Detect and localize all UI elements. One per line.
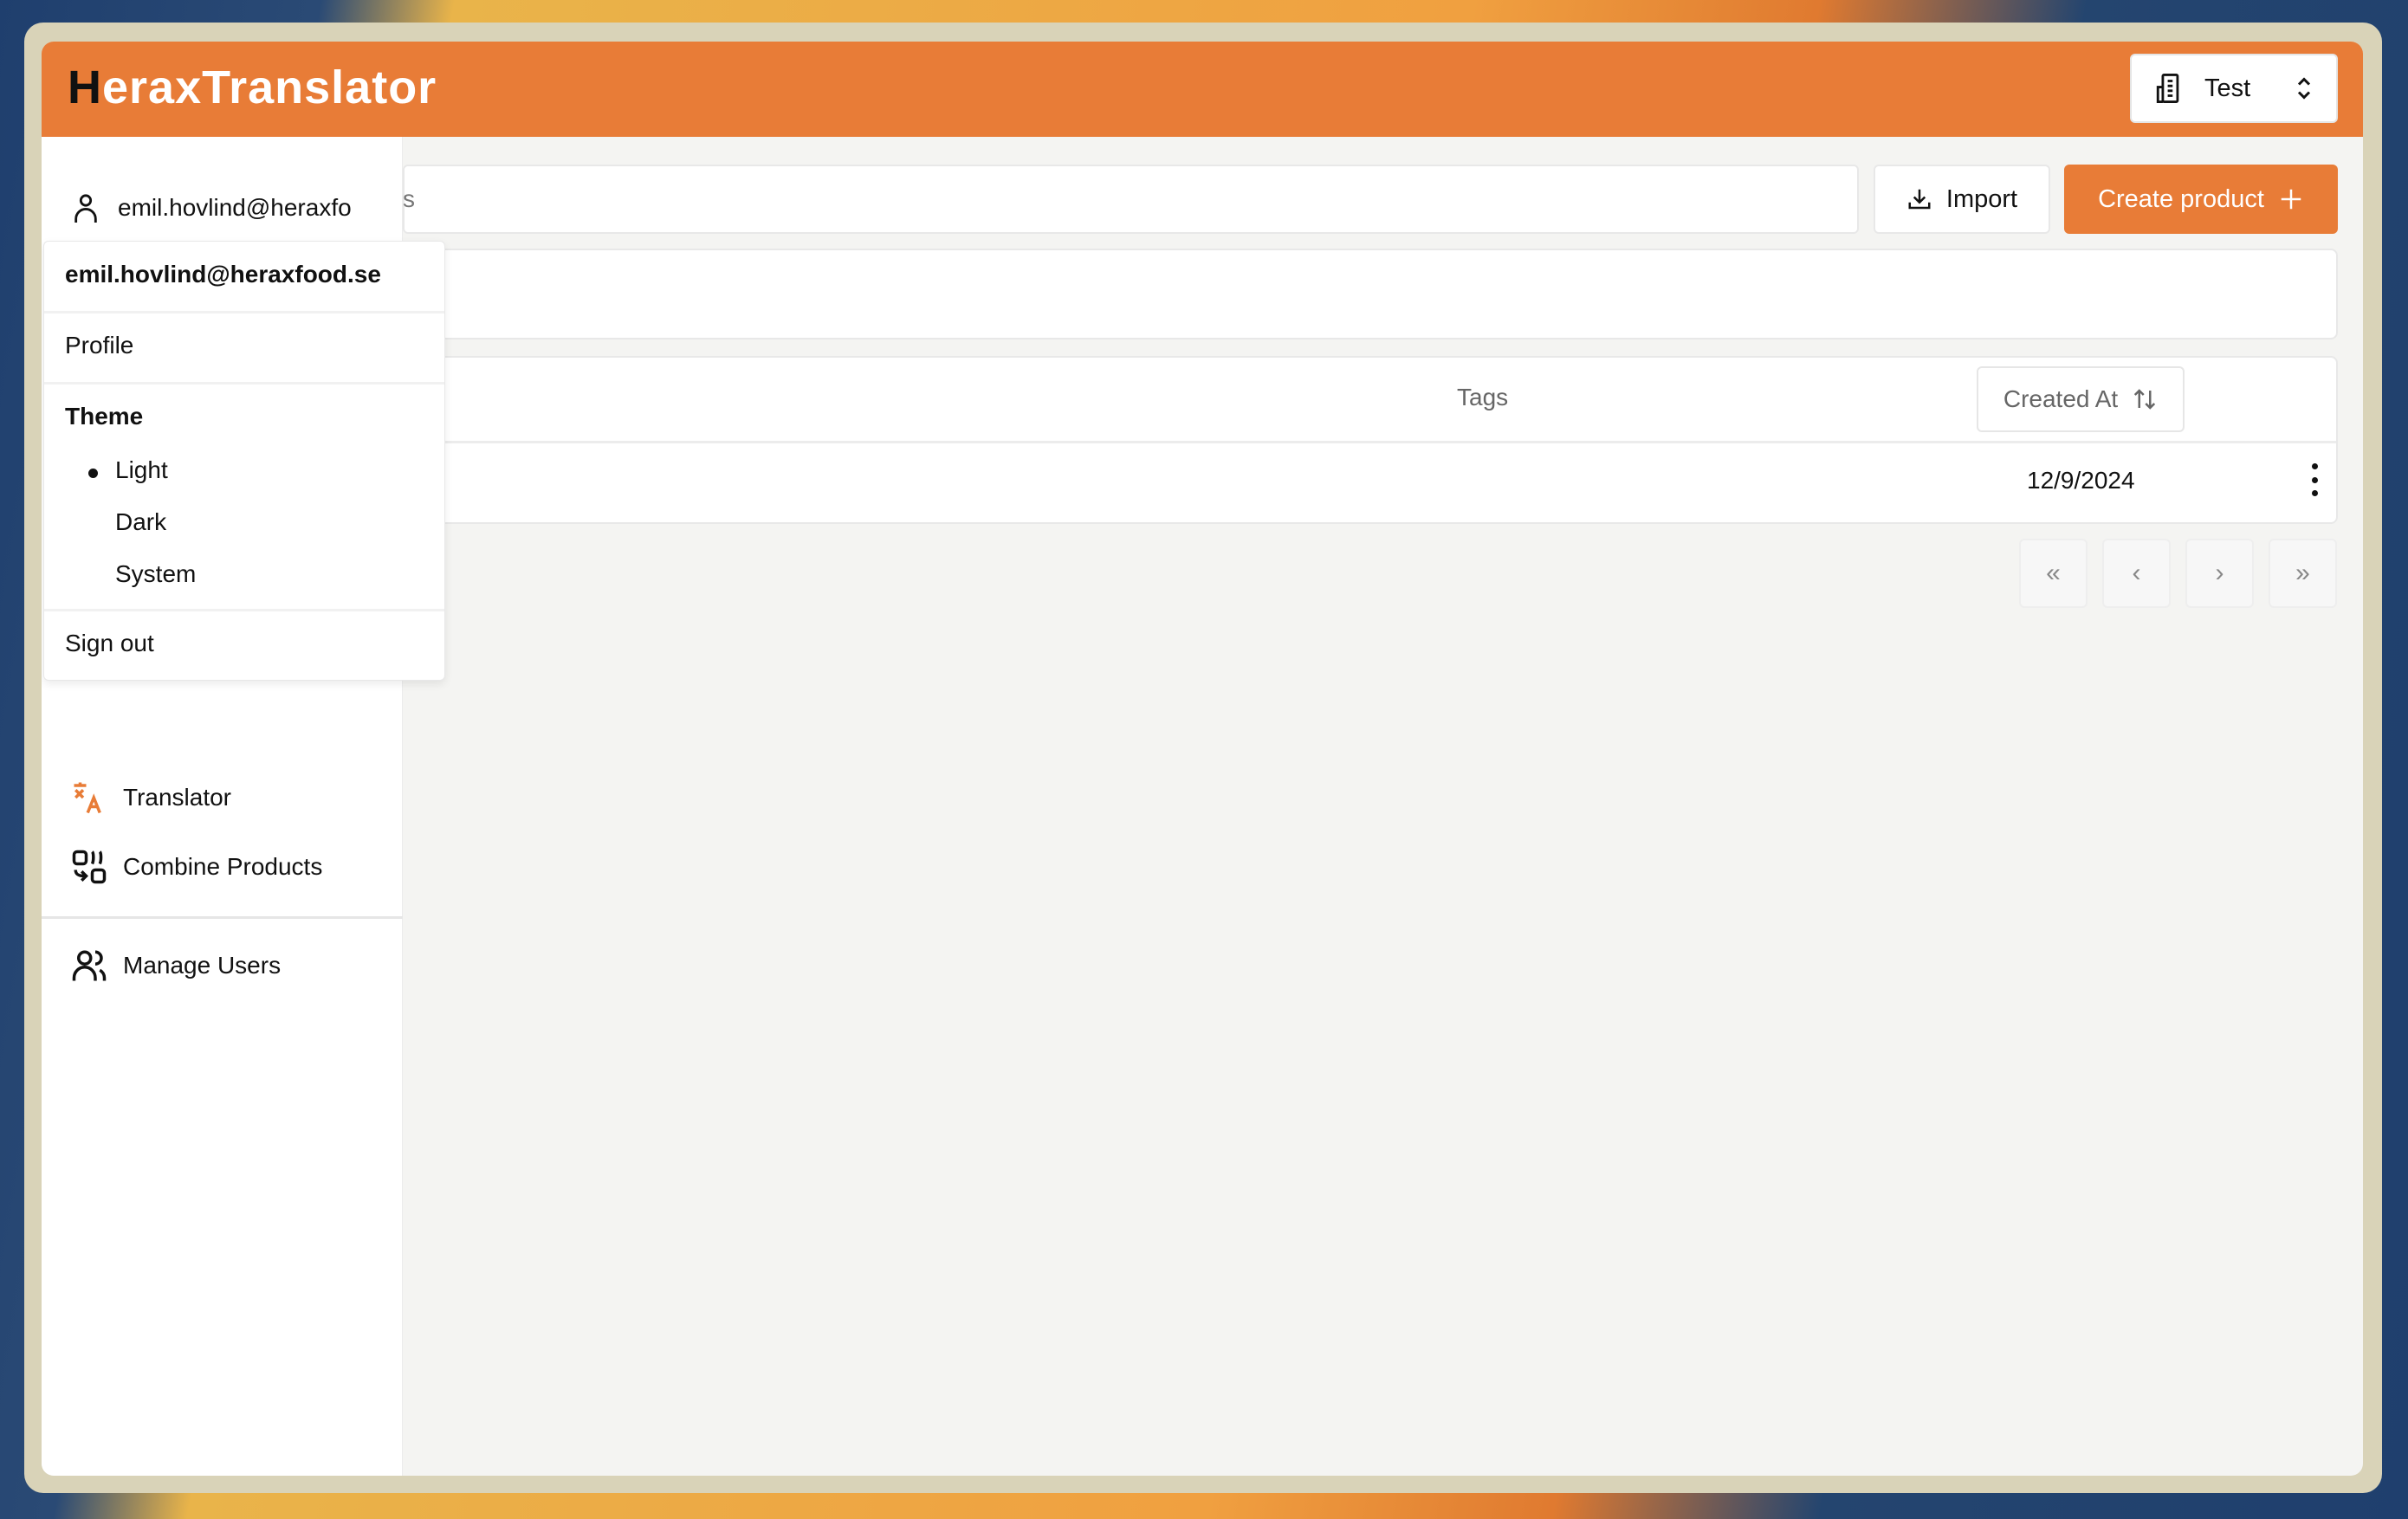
- menu-user-email: emil.hovlind@heraxfood.se: [65, 261, 381, 288]
- create-product-label: Create product: [2098, 184, 2264, 213]
- created-at-cell: 12/9/2024: [2027, 467, 2135, 494]
- combine-icon: [72, 850, 107, 884]
- row-actions-button[interactable]: [2301, 460, 2327, 500]
- sort-created-at-button[interactable]: Created At: [1977, 366, 2185, 432]
- import-label: Import: [1945, 184, 2018, 213]
- menu-item-theme-dark[interactable]: Dark: [115, 508, 166, 536]
- dot: [2311, 490, 2318, 496]
- languages-icon: [74, 782, 101, 814]
- import-button[interactable]: Import: [1874, 165, 2050, 234]
- sidebar-item-combine-products[interactable]: Combine Products: [71, 849, 322, 885]
- sidebar-item-label: Combine Products: [123, 853, 323, 880]
- user-icon: [74, 194, 97, 223]
- menu-item-theme-light[interactable]: Light: [115, 456, 168, 484]
- selected-radio-dot-icon: [88, 469, 98, 478]
- organization-selector[interactable]: Test: [2130, 54, 2338, 123]
- next-page-button[interactable]: ›: [2185, 539, 2254, 608]
- create-product-button[interactable]: Create product: [2064, 165, 2338, 234]
- menu-divider: [44, 609, 444, 611]
- sidebar-item-manage-users[interactable]: Manage Users: [71, 947, 281, 984]
- user-menu-trigger[interactable]: emil.hovlind@heraxfo: [42, 171, 403, 244]
- previous-page-button[interactable]: ‹: [2102, 539, 2171, 608]
- search-text: s: [403, 185, 415, 212]
- app-logo: HeraxTranslator: [68, 61, 437, 113]
- menu-divider: [44, 382, 444, 385]
- plus-icon: [2281, 189, 2301, 210]
- column-header-tags: Tags: [1457, 384, 1509, 410]
- header: HeraxTranslator Test: [42, 42, 2363, 137]
- building-icon: [2156, 74, 2179, 103]
- menu-item-theme-system[interactable]: System: [115, 560, 196, 588]
- organization-name: Test: [2204, 74, 2251, 102]
- dot: [2311, 476, 2318, 483]
- menu-item-sign-out[interactable]: Sign out: [65, 630, 154, 657]
- sidebar-divider: [42, 916, 403, 919]
- sidebar-item-label: Translator: [123, 784, 232, 811]
- sidebar-item-label: Manage Users: [123, 952, 282, 979]
- chevrons-up-down-icon: [2297, 77, 2311, 100]
- column-header-created-at: Created At: [2003, 385, 2119, 412]
- header-divider: [405, 441, 2336, 443]
- sort-arrows-icon: [2134, 389, 2156, 410]
- menu-theme-heading: Theme: [65, 403, 144, 430]
- download-icon: [1908, 189, 1931, 210]
- sidebar-item-translator[interactable]: Translator: [71, 779, 231, 816]
- user-dropdown-menu: emil.hovlind@heraxfood.se Profile Theme …: [43, 241, 445, 681]
- products-table: Tags Created At 12/9/2024: [403, 356, 2338, 524]
- users-icon: [72, 950, 107, 981]
- user-email: emil.hovlind@heraxfo: [118, 194, 352, 221]
- first-page-button[interactable]: «: [2019, 539, 2088, 608]
- last-page-button[interactable]: »: [2269, 539, 2337, 608]
- app-window: HeraxTranslator Test s Import Create pro…: [42, 42, 2363, 1476]
- dot: [2311, 463, 2318, 469]
- filter-panel: [403, 249, 2338, 339]
- search-input[interactable]: s: [403, 165, 1859, 234]
- menu-item-profile[interactable]: Profile: [65, 332, 133, 359]
- menu-divider: [44, 311, 444, 313]
